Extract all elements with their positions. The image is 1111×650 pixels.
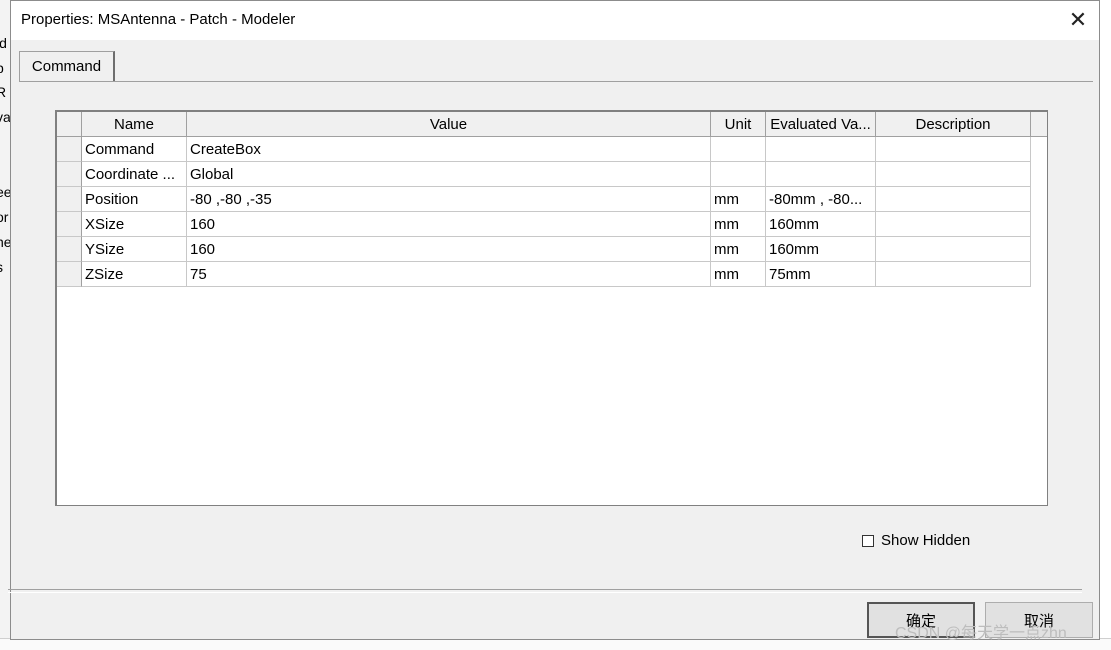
dialog-separator <box>8 589 1082 593</box>
column-header-description[interactable]: Description <box>876 112 1031 137</box>
table-row[interactable]: YSize 160 mm 160mm <box>57 237 1031 262</box>
cell-name[interactable]: YSize <box>82 237 187 262</box>
cell-name[interactable]: XSize <box>82 212 187 237</box>
cell-value[interactable]: Global <box>187 162 711 187</box>
close-button[interactable]: ✕ <box>1063 5 1093 35</box>
background-fragment: or <box>0 209 9 225</box>
row-selector[interactable] <box>57 137 82 162</box>
cell-evaluated-value <box>766 137 876 162</box>
cell-description[interactable] <box>876 137 1031 162</box>
row-selector[interactable] <box>57 262 82 287</box>
tab-command[interactable]: Command <box>19 51 115 81</box>
header-filler <box>1031 112 1047 137</box>
header-row-selector[interactable] <box>57 112 82 137</box>
column-header-evaluated-value[interactable]: Evaluated Va... <box>766 112 876 137</box>
properties-grid: Name Value Unit Evaluated Va... Descript… <box>55 110 1048 506</box>
cell-value[interactable]: CreateBox <box>187 137 711 162</box>
cell-description[interactable] <box>876 162 1031 187</box>
cell-evaluated-value: 75mm <box>766 262 876 287</box>
cell-unit[interactable]: mm <box>711 262 766 287</box>
cell-description[interactable] <box>876 212 1031 237</box>
background-fragment: R <box>0 84 7 100</box>
cell-evaluated-value <box>766 162 876 187</box>
column-header-name[interactable]: Name <box>82 112 187 137</box>
background-fragment: s <box>0 259 3 275</box>
show-hidden-label: Show Hidden <box>881 532 971 549</box>
dialog-title: Properties: MSAntenna - Patch - Modeler <box>21 11 296 28</box>
cell-unit[interactable]: mm <box>711 187 766 212</box>
column-header-value[interactable]: Value <box>187 112 711 137</box>
cell-unit[interactable]: mm <box>711 237 766 262</box>
cell-unit[interactable] <box>711 137 766 162</box>
cell-description[interactable] <box>876 237 1031 262</box>
row-selector[interactable] <box>57 187 82 212</box>
cell-value[interactable]: 75 <box>187 262 711 287</box>
title-bar: Properties: MSAntenna - Patch - Modeler … <box>11 1 1099 40</box>
background-fragment: id <box>0 35 7 51</box>
close-icon: ✕ <box>1068 7 1088 32</box>
cell-name[interactable]: Coordinate ... <box>82 162 187 187</box>
column-header-unit[interactable]: Unit <box>711 112 766 137</box>
row-selector[interactable] <box>57 237 82 262</box>
show-hidden-checkbox[interactable] <box>862 534 874 547</box>
watermark: CSDN @每天学一点zhn <box>895 625 1067 642</box>
cell-evaluated-value: -80mm , -80... <box>766 187 876 212</box>
cell-value[interactable]: -80 ,-80 ,-35 <box>187 187 711 212</box>
background-fragment: p <box>0 60 4 76</box>
cell-description[interactable] <box>876 187 1031 212</box>
tab-label: Command <box>31 58 102 75</box>
table-row[interactable]: Position -80 ,-80 ,-35 mm -80mm , -80... <box>57 187 1031 212</box>
row-selector[interactable] <box>57 212 82 237</box>
cell-unit[interactable]: mm <box>711 212 766 237</box>
table-row[interactable]: XSize 160 mm 160mm <box>57 212 1031 237</box>
table-row[interactable]: ZSize 75 mm 75mm <box>57 262 1031 287</box>
table-row[interactable]: Command CreateBox <box>57 137 1031 162</box>
cell-name[interactable]: ZSize <box>82 262 187 287</box>
table-row[interactable]: Coordinate ... Global <box>57 162 1031 187</box>
row-selector[interactable] <box>57 162 82 187</box>
cell-unit[interactable] <box>711 162 766 187</box>
cell-name[interactable]: Command <box>82 137 187 162</box>
cell-evaluated-value: 160mm <box>766 212 876 237</box>
cell-description[interactable] <box>876 262 1031 287</box>
show-hidden-option[interactable]: Show Hidden <box>862 532 970 549</box>
cell-evaluated-value: 160mm <box>766 237 876 262</box>
cell-value[interactable]: 160 <box>187 212 711 237</box>
cell-name[interactable]: Position <box>82 187 187 212</box>
background-app-right-strip <box>1099 0 1111 649</box>
grid-header-row: Name Value Unit Evaluated Va... Descript… <box>57 112 1047 137</box>
cell-value[interactable]: 160 <box>187 237 711 262</box>
